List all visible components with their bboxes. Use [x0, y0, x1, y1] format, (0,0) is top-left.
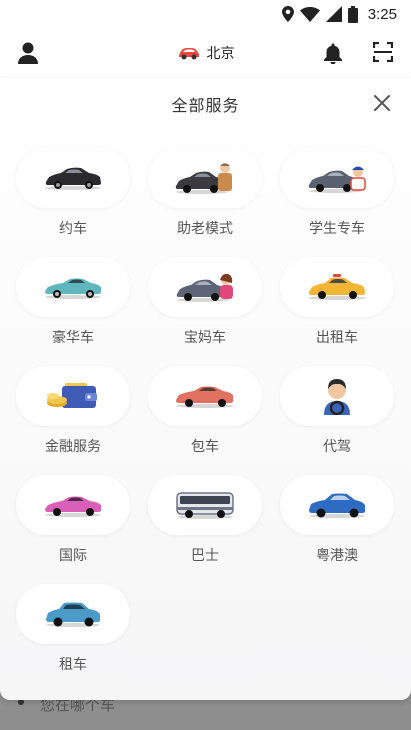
service-label: 粤港澳 [316, 548, 358, 564]
city-name: 北京 [206, 46, 235, 62]
service-label: 租车 [59, 657, 87, 673]
service-icon-container [148, 475, 262, 535]
user-icon[interactable] [18, 42, 38, 64]
service-greater-bay-area[interactable]: 粤港澳 [280, 475, 394, 567]
service-mom-car[interactable]: 宝妈车 [148, 257, 262, 349]
status-time: 3:25 [367, 5, 397, 23]
location-icon [281, 6, 294, 22]
sedan-student-icon [308, 166, 366, 193]
service-icon-container [280, 148, 394, 208]
service-charter[interactable]: 包车 [148, 366, 262, 458]
black-sedan-icon [45, 167, 101, 190]
bell-icon[interactable] [323, 42, 343, 64]
teal-luxury-car-icon [45, 278, 101, 299]
service-label: 约车 [59, 221, 87, 237]
all-services-sheet: 全部服务 约车 助老模式 学生专车 豪华车 宝妈车 出租车 金融服务 包车 代驾… [0, 78, 411, 700]
service-elderly-mode[interactable]: 助老模式 [148, 148, 262, 240]
service-icon-container [16, 475, 130, 535]
service-icon-container [280, 257, 394, 317]
scan-icon[interactable] [373, 42, 393, 62]
service-label: 宝妈车 [184, 330, 226, 346]
coral-car-icon [176, 386, 234, 408]
service-label: 学生专车 [309, 221, 365, 237]
status-bar: 3:25 [0, 0, 411, 28]
service-icon-container [16, 148, 130, 208]
service-icon-container [280, 366, 394, 426]
service-bus[interactable]: 巴士 [148, 475, 262, 567]
service-taxi[interactable]: 出租车 [280, 257, 394, 349]
driver-icon [324, 379, 350, 415]
city-selector[interactable]: 北京 [177, 43, 235, 63]
service-icon-container [148, 366, 262, 426]
service-icon-container [148, 257, 262, 317]
service-label: 巴士 [191, 548, 219, 564]
service-car-rental[interactable]: 租车 [16, 584, 130, 676]
yellow-taxi-icon [308, 274, 366, 300]
close-icon[interactable] [373, 94, 391, 112]
service-label: 豪华车 [52, 330, 94, 346]
service-label: 国际 [59, 548, 87, 564]
sheet-title: 全部服务 [171, 96, 240, 115]
service-label: 代驾 [323, 439, 351, 455]
wallet-coins-icon [47, 383, 97, 408]
sedan-elderly-icon [175, 163, 232, 194]
pink-car-icon [45, 496, 101, 517]
signal-icon [325, 6, 342, 22]
wifi-icon [299, 6, 320, 22]
service-ride-hailing[interactable]: 约车 [16, 148, 130, 240]
car-logo-icon [178, 48, 199, 60]
service-icon-container [16, 366, 130, 426]
service-icon-container [148, 148, 262, 208]
blue-hatchback-icon [46, 602, 100, 627]
service-label: 出租车 [316, 330, 358, 346]
service-label: 包车 [191, 439, 219, 455]
blue-suv-icon [309, 493, 365, 518]
service-luxury-car[interactable]: 豪华车 [16, 257, 130, 349]
bus-icon [176, 492, 234, 519]
battery-icon [347, 5, 358, 23]
service-finance[interactable]: 金融服务 [16, 366, 130, 458]
service-label: 助老模式 [177, 221, 233, 237]
service-label: 金融服务 [45, 439, 101, 455]
service-student-ride[interactable]: 学生专车 [280, 148, 394, 240]
app-bar: 北京 [0, 28, 411, 78]
service-icon-container [16, 584, 130, 644]
service-icon-container [280, 475, 394, 535]
service-icon-container [16, 257, 130, 317]
service-international[interactable]: 国际 [16, 475, 130, 567]
service-designated-driver[interactable]: 代驾 [280, 366, 394, 458]
services-grid: 约车 助老模式 学生专车 豪华车 宝妈车 出租车 金融服务 包车 代驾 国际 巴… [16, 148, 398, 676]
sedan-mother-icon [176, 273, 233, 302]
